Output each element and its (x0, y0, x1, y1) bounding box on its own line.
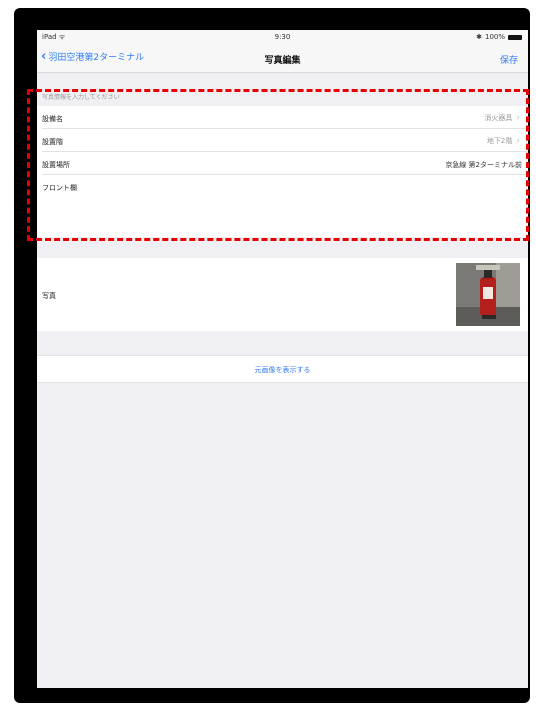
navigation-bar: ‹ 羽田空港第2ターミナル 写真編集 保存 (37, 44, 528, 73)
section-header: 写真情報を入力してください (42, 94, 120, 101)
form-row-front-note[interactable]: フロント欄 (37, 175, 528, 237)
form-row-equipment-name[interactable]: 設備名 消火器具 › (37, 106, 528, 129)
battery-icon (508, 34, 522, 40)
status-time: 9:30 (274, 33, 291, 41)
form-row-location[interactable]: 設置場所 京急線 第2ターミナル前 (37, 152, 528, 175)
status-bar: iPad ᯤ 9:30 ✱ 100% (37, 30, 528, 44)
fire-extinguisher-photo (456, 263, 520, 326)
row-label: 設置場所 (42, 161, 70, 169)
row-value: 京急線 第2ターミナル前 (445, 161, 522, 169)
app-screen: iPad ᯤ 9:30 ✱ 100% ‹ 羽田空港第2ターミナル 写真編集 保存… (37, 30, 528, 688)
row-value: 消火器具 › (484, 113, 520, 123)
photo-thumbnail[interactable] (456, 263, 520, 326)
page-title: 写真編集 (264, 56, 301, 66)
photo-row[interactable]: 写真 (37, 258, 528, 331)
chevron-right-icon: › (516, 113, 520, 123)
bluetooth-icon: ✱ (476, 33, 482, 41)
photo-label: 写真 (42, 292, 56, 300)
battery-indicator: ✱ 100% (476, 33, 522, 41)
form-row-floor[interactable]: 設置階 地下2階 › (37, 129, 528, 152)
show-original-image-link[interactable]: 元画像を表示する (37, 365, 528, 375)
show-original-image-row[interactable]: 元画像を表示する (37, 355, 528, 383)
row-value: 地下2階 › (486, 136, 520, 146)
chevron-right-icon: › (516, 136, 520, 146)
save-button[interactable]: 保存 (500, 53, 518, 66)
row-label: 設備名 (42, 115, 63, 123)
row-label: 設置階 (42, 138, 63, 146)
row-label: フロント欄 (42, 184, 77, 192)
